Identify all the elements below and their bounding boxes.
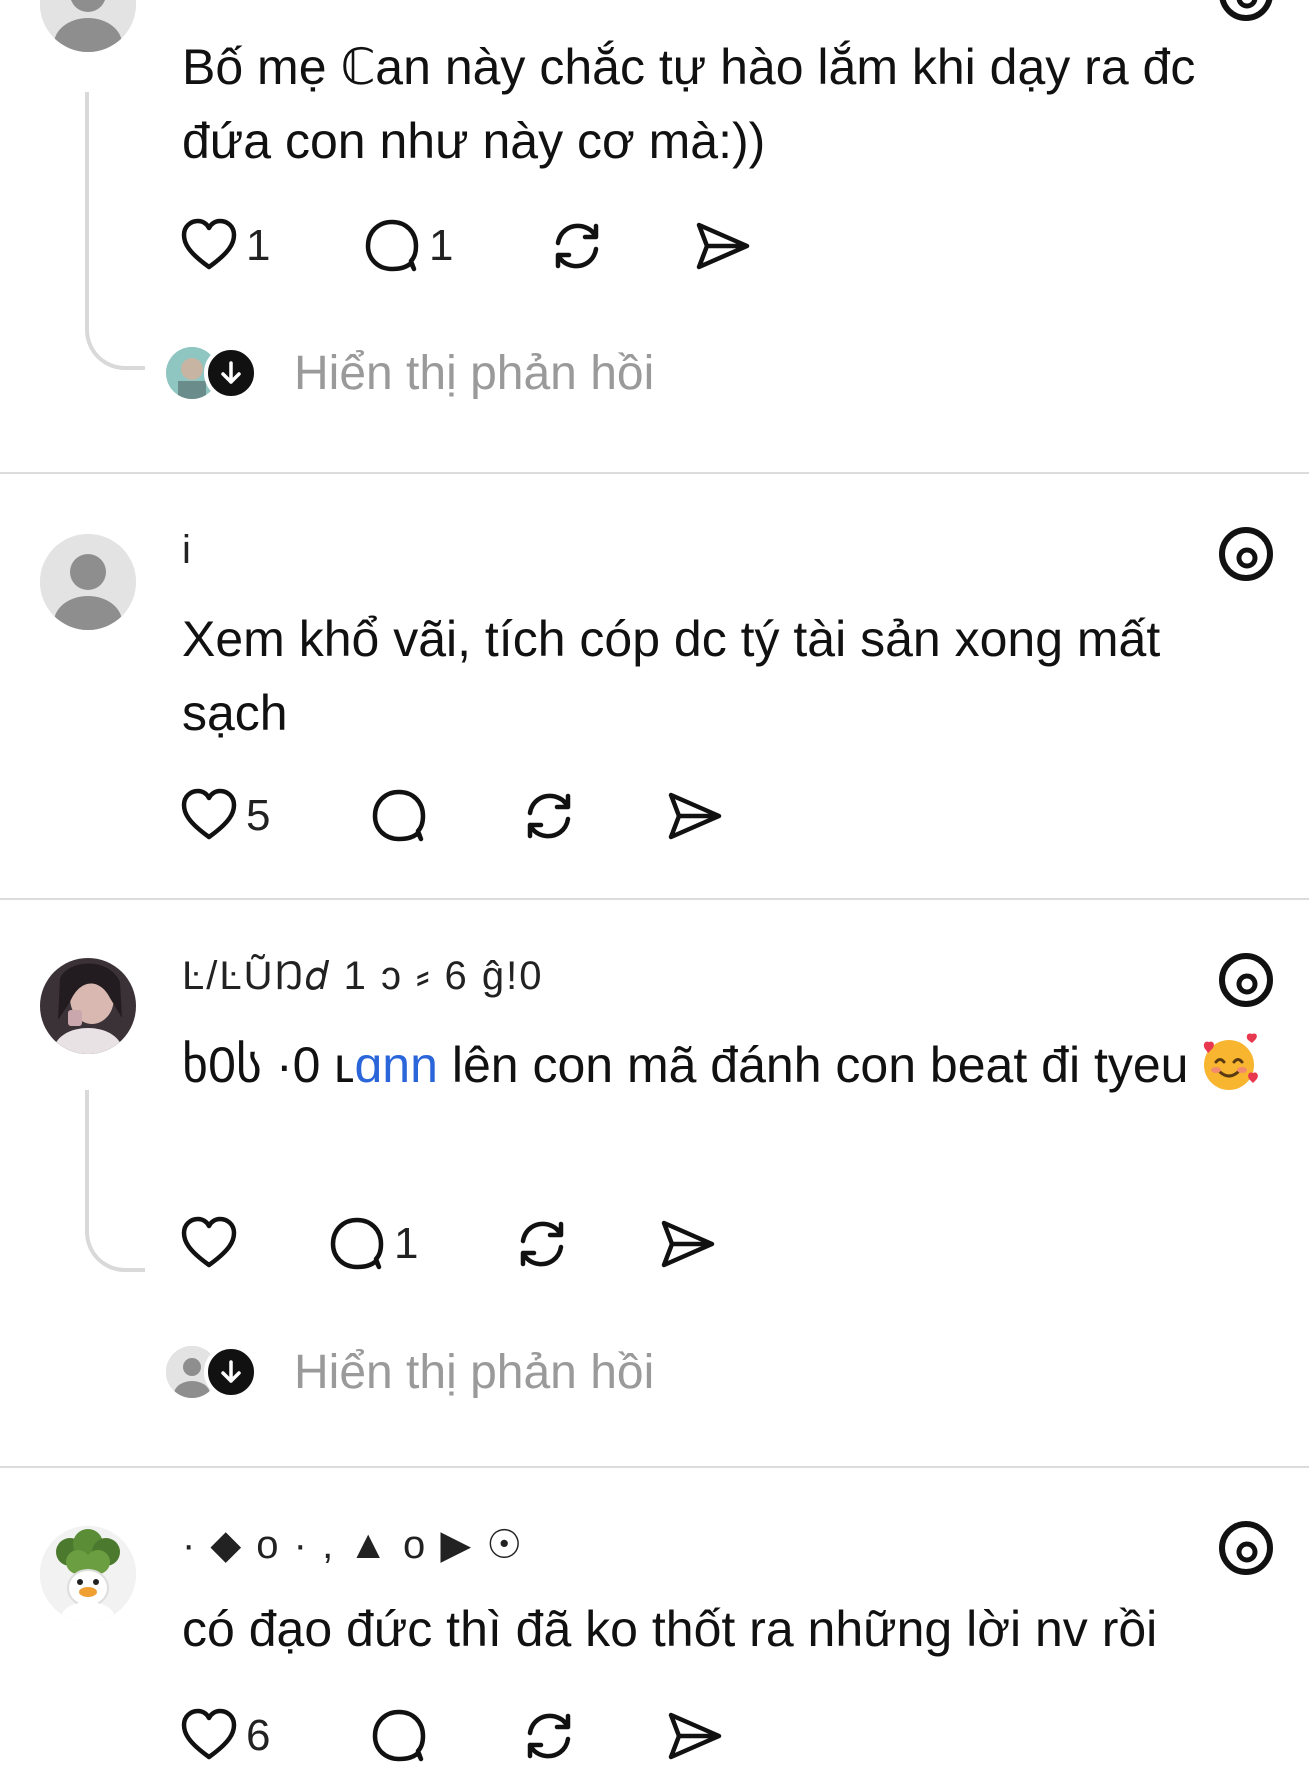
username[interactable]: · ◆ o · , ▲ o ▶ ☉	[182, 1522, 524, 1568]
share-icon	[696, 222, 750, 270]
thread-line	[85, 1090, 145, 1272]
share-icon	[668, 1712, 722, 1760]
heart-icon	[181, 1216, 237, 1268]
repost-icon	[527, 1713, 571, 1759]
show-replies-link[interactable]: Hiển thị phản hồi	[166, 1344, 654, 1400]
threads-icon[interactable]	[1216, 1518, 1276, 1578]
like-button[interactable]: 6	[180, 1706, 270, 1766]
threads-icon[interactable]	[1216, 524, 1276, 584]
comment-button[interactable]: 1	[328, 1214, 418, 1274]
like-button[interactable]: 1	[180, 216, 270, 276]
show-replies-label: Hiển thị phản hồi	[294, 1345, 655, 1399]
mention-link[interactable]: ɑnn	[355, 1037, 438, 1093]
username[interactable]: i	[182, 528, 193, 573]
like-count: 6	[246, 1711, 271, 1760]
repost-button[interactable]	[520, 786, 578, 846]
share-button[interactable]	[658, 1214, 716, 1274]
like-count: 5	[246, 791, 271, 840]
repost-icon	[520, 1221, 564, 1267]
repost-icon	[555, 223, 599, 269]
like-count: 1	[246, 221, 271, 270]
avatar[interactable]	[40, 1526, 136, 1622]
comment-icon	[372, 1709, 426, 1762]
avatar[interactable]	[40, 534, 136, 630]
heart-icon	[181, 218, 237, 270]
comment-count: 1	[394, 1219, 419, 1268]
repost-button[interactable]	[513, 1214, 571, 1274]
mention-prefix: ხ0ს ·0 ʟ	[182, 1037, 355, 1093]
show-replies-link[interactable]: Hiển thị phản hồi	[166, 345, 654, 401]
threads-icon[interactable]	[1216, 0, 1276, 24]
smiling-face-with-hearts-icon	[1204, 1033, 1259, 1090]
divider	[0, 898, 1309, 900]
comment-button[interactable]	[370, 786, 436, 846]
divider	[0, 472, 1309, 474]
heart-icon	[181, 1708, 237, 1760]
share-button[interactable]	[665, 786, 723, 846]
heart-icon	[181, 788, 237, 840]
like-button[interactable]	[180, 1214, 246, 1274]
divider	[0, 1466, 1309, 1468]
share-button[interactable]	[693, 216, 751, 276]
repost-icon	[527, 793, 571, 839]
comment-icon	[330, 1217, 384, 1270]
thread-line	[85, 92, 145, 370]
comment-button[interactable]	[370, 1706, 436, 1766]
share-icon	[661, 1220, 715, 1268]
comment-text-body: lên con mã đánh con beat đi tyeu	[437, 1037, 1189, 1093]
share-icon	[668, 792, 722, 840]
comment-text: ხ0ს ·0 ʟɑnn lên con mã đánh con beat đi …	[182, 1028, 1272, 1102]
comment-text: Xem khổ vãi, tích cóp dc tý tài sản xong…	[182, 611, 1161, 741]
comment-icon	[372, 789, 426, 842]
share-button[interactable]	[665, 1706, 723, 1766]
comment-text: Bố mẹ ℂan này chắc tự hào lắm khi dạy ra…	[182, 39, 1196, 169]
down-arrow-icon	[204, 346, 258, 400]
comment-button[interactable]: 1	[363, 216, 453, 276]
username[interactable]: Ŀ/ĿŨŊ𝑑 1 ͻ ⸗ 6 ĝ!0	[182, 954, 544, 999]
avatar[interactable]	[40, 0, 136, 52]
repost-button[interactable]	[548, 216, 606, 276]
down-arrow-icon	[204, 1345, 258, 1399]
comment-icon	[365, 219, 419, 272]
avatar[interactable]	[40, 958, 136, 1054]
comment-count: 1	[429, 221, 454, 270]
comment-text: có đạo đức thì đã ko thốt ra những lời n…	[182, 1601, 1158, 1657]
threads-icon[interactable]	[1216, 950, 1276, 1010]
like-button[interactable]: 5	[180, 786, 270, 846]
repost-button[interactable]	[520, 1706, 578, 1766]
show-replies-label: Hiển thị phản hồi	[294, 346, 655, 400]
